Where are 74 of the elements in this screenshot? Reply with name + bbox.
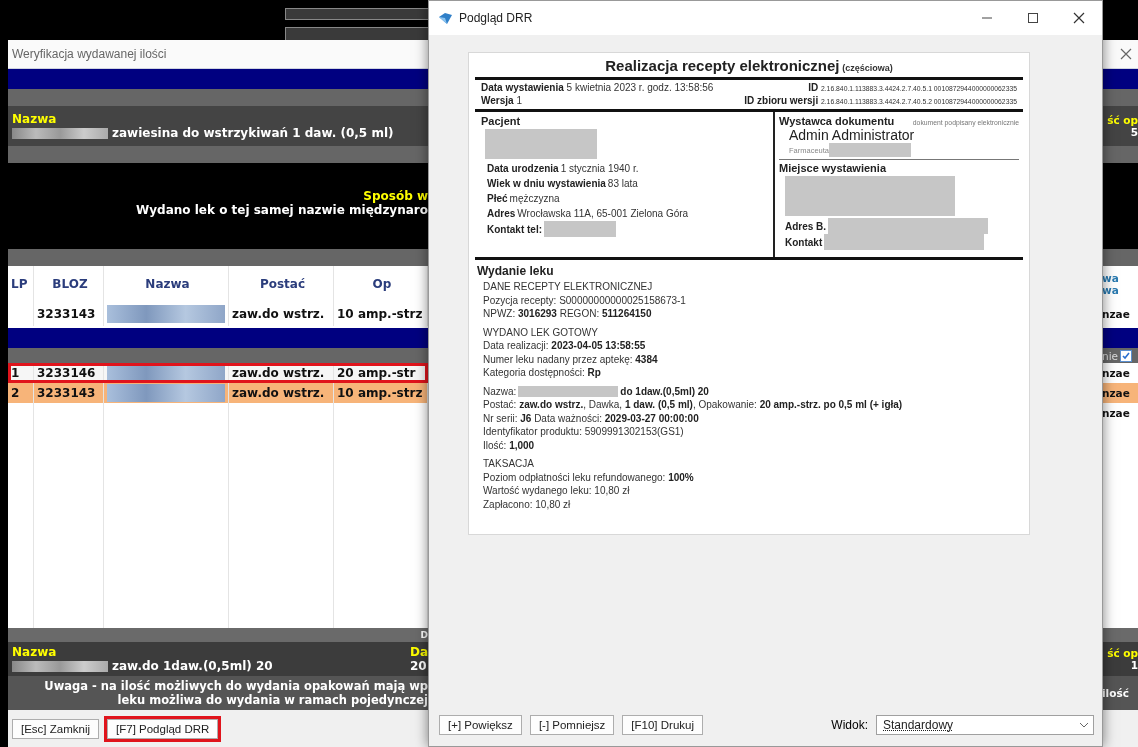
view-label: Widok:: [831, 718, 868, 732]
table-cell: nzae: [1102, 407, 1130, 419]
table-cell: zaw.do wstrz.: [232, 386, 325, 400]
column-header: LP: [11, 276, 29, 291]
field-value: zaw.do 1daw.(0,5ml) 20: [112, 659, 273, 673]
table-cell: 2: [11, 386, 20, 400]
column-header: BLOZ: [51, 276, 89, 291]
column-header: wa: [1102, 283, 1120, 296]
table-cell: nzae: [1102, 307, 1130, 320]
header-field: Data wystawienia 5 kwietnia 2023 r. godz. 13:58:56: [481, 82, 745, 95]
dialog-title: Podgląd DRR: [459, 11, 533, 25]
field-label: ść op: [1107, 114, 1138, 126]
document-line: Numer leku nadany przez aptekę: 4384: [483, 352, 659, 366]
filter-label: nie: [1102, 349, 1119, 362]
document-line: Poziom odpłatności leku refundowanego: 100%: [483, 470, 695, 484]
document-line: Wartość wydanego leku: 10,80 zł: [483, 484, 631, 498]
document-line: NPWZ: 3016293 REGON: 511264150: [483, 307, 653, 321]
field-label: Kontakt tel:: [487, 222, 542, 237]
document-line: TAKSACJA: [483, 457, 535, 471]
document-line: Postać: zaw.do wstrz., Dawka, 1 daw. (0,5 ml), Opakowanie: 20 amp.-strz. po 0,5 ml (+ igła): [483, 398, 904, 412]
table-cell: 3233146: [37, 366, 96, 380]
field-value: 20: [409, 659, 428, 673]
document-line: Nr serii: J6 Data ważności: 2029-03-27 00:00:00: [483, 411, 700, 425]
table-cell: 10 amp.-strz: [337, 306, 423, 321]
field-label: ść op: [1107, 647, 1138, 659]
field-label: Nazwa: [12, 645, 58, 659]
field-line: Data urodzenia 1 stycznia 1940 r.: [486, 162, 640, 176]
document-line: WYDANO LEK GOTOWY: [483, 325, 599, 339]
table-cell: 1: [11, 366, 20, 380]
column-header: Postać: [258, 276, 307, 291]
table-cell: zaw.do wstrz.: [232, 366, 325, 380]
document-title: Realizacja recepty elektronicznej (częściowa): [475, 57, 1023, 80]
table-cell: nzae: [1102, 367, 1130, 379]
column-header: Op: [371, 276, 393, 291]
table-cell: 20 amp.-str: [337, 366, 416, 380]
field-line: Wiek w dniu wystawienia 83 lata: [486, 177, 639, 191]
table-cell: 10 amp.-strz: [337, 386, 423, 400]
column-header: wa: [1102, 271, 1120, 284]
column-header: Nazwa: [144, 276, 191, 291]
issuer-name: Admin Administrator: [788, 127, 916, 143]
table-cell: 3233143: [37, 306, 96, 321]
field-label: Kontakt: [785, 235, 823, 250]
field-value: do 1daw.(0,5ml) 20: [620, 384, 709, 398]
window-title: Weryfikacja wydawanej ilości: [12, 47, 167, 61]
section-heading: Wydanie leku: [477, 264, 555, 278]
table-cell: nzae: [1102, 387, 1130, 399]
document-line: Data realizacji: 2023-04-05 13:58:55: [483, 339, 647, 353]
field-value: 1: [1130, 659, 1138, 671]
section-heading: Miejsce wystawienia: [779, 162, 888, 174]
document-line: Pozycja recepty: S00000000000025158673-1: [483, 293, 687, 307]
field-label: Nazwa: [12, 112, 58, 126]
field-label: Da: [409, 645, 428, 659]
field-label: Sposób w: [363, 189, 428, 203]
field-label: Adres B.: [785, 219, 827, 234]
warning-text: ilość: [1102, 687, 1129, 699]
field-line: Adres Wrocławska 11A, 65-001 Zielona Góra: [486, 207, 690, 221]
warning-text: Uwaga - na ilość możliwych do wydania opakowań mają wp: [44, 679, 428, 693]
field-value: Wydano lek o tej samej nazwie międzynaro: [136, 203, 428, 217]
document-line: Kategoria dostępności: Rp: [483, 366, 602, 380]
document-line: Zapłacono: 10,80 zł: [483, 497, 572, 511]
table-cell: zaw.do wstrz.: [232, 306, 325, 321]
column-label: D: [420, 630, 428, 640]
header-field: Wersja 1: [481, 95, 745, 108]
document-line: Identyfikator produktu: 5909991302153(GS1): [483, 425, 685, 439]
field-line: Płeć mężczyzna: [486, 192, 561, 206]
field-value: zawiesina do wstrzykiwań 1 daw. (0,5 ml): [112, 126, 394, 140]
warning-text: leku możliwa do wydania w ramach pojedynczej: [117, 693, 428, 707]
field-label: Nazwa:: [483, 384, 517, 398]
section-heading: Pacjent: [481, 115, 522, 127]
section-heading: Wystawca dokumentu: [779, 115, 895, 127]
document-line: DANE RECEPTY ELEKTRONICZNEJ: [483, 280, 654, 294]
document-line: Ilość: 1,000: [483, 438, 536, 452]
table-cell: 3233143: [37, 386, 96, 400]
field-value: 5: [1130, 126, 1138, 138]
